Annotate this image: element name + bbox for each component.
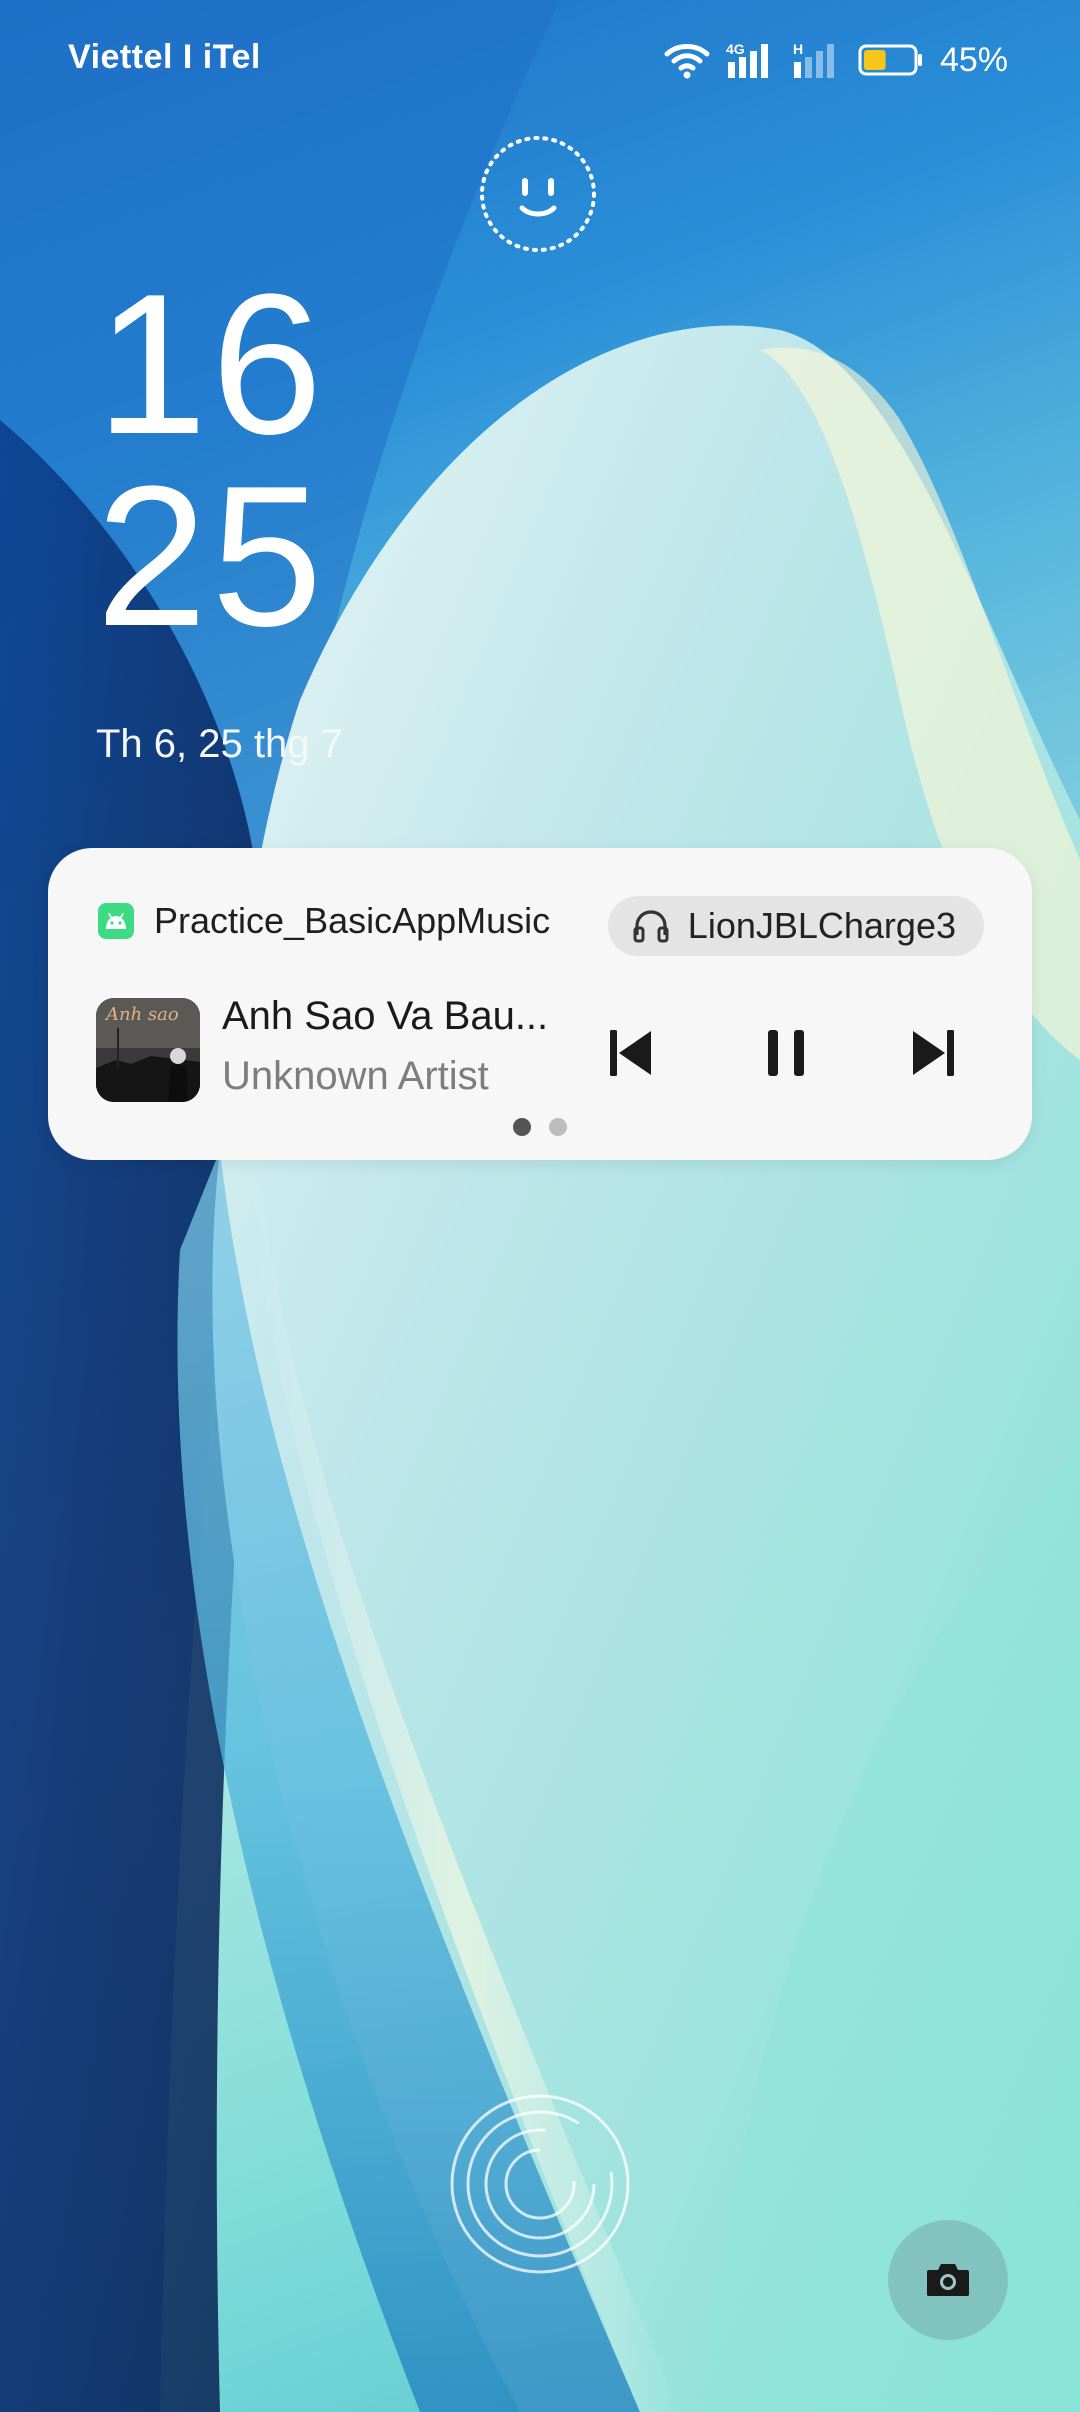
song-title: Anh Sao Va Bau... xyxy=(222,994,549,1038)
page-dot xyxy=(549,1118,567,1136)
camera-icon xyxy=(927,2264,969,2296)
media-app-name: Practice_BasicAppMusic xyxy=(154,900,551,941)
skip-previous-icon xyxy=(610,1030,651,1076)
android-app-icon xyxy=(98,903,134,939)
network-type-label: 4G xyxy=(726,41,745,57)
media-page-indicator xyxy=(48,1118,1032,1136)
lock-date: Th 6, 25 thg 7 xyxy=(96,722,343,766)
camera-button[interactable] xyxy=(888,2220,1008,2340)
next-button[interactable] xyxy=(898,1018,968,1088)
wifi-icon xyxy=(664,44,710,79)
output-device-chip[interactable]: LionJBLCharge3 xyxy=(607,896,984,956)
secondary-network-type-label: H xyxy=(793,41,803,57)
fingerprint-icon[interactable] xyxy=(448,2092,632,2276)
clock-minute: 25 xyxy=(96,445,327,668)
output-device-name: LionJBLCharge3 xyxy=(687,905,956,946)
battery-icon xyxy=(858,44,922,76)
media-app-header: Practice_BasicAppMusic xyxy=(98,900,550,942)
battery-percent: 45% xyxy=(939,40,1008,79)
clock-hour: 16 xyxy=(96,253,327,476)
headphones-icon xyxy=(633,910,669,943)
carrier-label: Viettel I iTel xyxy=(68,38,261,76)
album-art-text: Anh sao xyxy=(104,1004,179,1025)
pause-icon xyxy=(768,1030,804,1076)
previous-button[interactable] xyxy=(596,1018,666,1088)
lock-screen: Viettel I iTel 4G H 45% 16 25 Th 6, 25 t… xyxy=(0,0,1080,2412)
face-unlock-icon[interactable] xyxy=(478,134,598,254)
signal-h-icon: H xyxy=(793,41,834,78)
signal-4g-icon: 4G xyxy=(726,41,768,78)
song-artist: Unknown Artist xyxy=(222,1054,489,1098)
status-icons: 4G H 45% xyxy=(664,38,1008,82)
skip-next-icon xyxy=(913,1030,954,1076)
album-art: Anh sao xyxy=(96,998,200,1102)
page-dot-active xyxy=(513,1118,531,1136)
pause-button[interactable] xyxy=(751,1018,821,1088)
media-player-card[interactable]: Practice_BasicAppMusic LionJBLCharge3 An… xyxy=(48,848,1032,1160)
status-bar: Viettel I iTel 4G H 45% xyxy=(0,0,1080,120)
lock-clock: 16 25 xyxy=(96,253,327,668)
